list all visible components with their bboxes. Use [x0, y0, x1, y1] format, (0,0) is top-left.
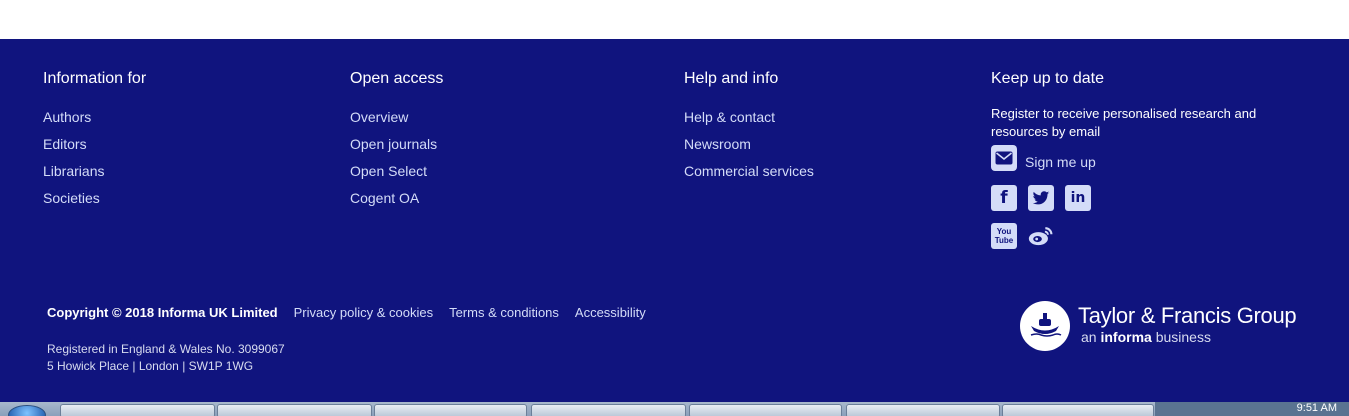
link-commercial-services[interactable]: Commercial services: [684, 163, 814, 179]
page-top-area: [0, 0, 1349, 39]
taskbar-button[interactable]: [846, 404, 1000, 416]
footer-column-keep-up-to-date: Keep up to date Register to receive pers…: [991, 69, 1291, 249]
link-help-contact[interactable]: Help & contact: [684, 109, 775, 125]
footer-column-help: Help and info Help & contact Newsroom Co…: [684, 69, 814, 189]
column-title: Information for: [43, 70, 147, 87]
signup-row: Sign me up: [991, 143, 1291, 173]
link-editors[interactable]: Editors: [43, 136, 87, 152]
envelope-icon[interactable]: [991, 145, 1017, 171]
link-authors[interactable]: Authors: [43, 109, 91, 125]
youtube-icon[interactable]: You Tube: [991, 223, 1017, 249]
facebook-icon[interactable]: f: [991, 185, 1017, 211]
taskbar-button[interactable]: [60, 404, 215, 416]
taylor-francis-brand[interactable]: Taylor & Francis Group an informa busine…: [1020, 301, 1297, 351]
brand-subtitle: an informa business: [1081, 329, 1211, 345]
accessibility-link[interactable]: Accessibility: [575, 305, 646, 320]
taskbar-clock[interactable]: 9:51 AM: [1297, 402, 1337, 414]
twitter-icon[interactable]: [1028, 185, 1054, 211]
os-taskbar: 9:51 AM: [0, 402, 1349, 416]
sign-me-up-link[interactable]: Sign me up: [1025, 153, 1096, 172]
link-open-select[interactable]: Open Select: [350, 163, 427, 179]
taskbar-button[interactable]: [1002, 404, 1154, 416]
copyright-text: Copyright © 2018 Informa UK Limited: [47, 305, 278, 320]
taskbar-button[interactable]: [374, 404, 527, 416]
start-button-icon[interactable]: [8, 405, 46, 416]
footer-column-information: Information for Authors Editors Libraria…: [43, 69, 146, 216]
column-title: Help and info: [684, 70, 779, 87]
column-title: Open access: [350, 70, 444, 87]
weibo-icon[interactable]: [1028, 223, 1054, 249]
link-overview[interactable]: Overview: [350, 109, 408, 125]
legal-row: Copyright © 2018 Informa UK Limited Priv…: [47, 305, 646, 320]
brand-name: Taylor & Francis Group: [1078, 303, 1297, 328]
register-text: Register to receive personalised researc…: [991, 106, 1257, 139]
footer-column-open-access: Open access Overview Open journals Open …: [350, 69, 443, 216]
linkedin-icon[interactable]: in: [1065, 185, 1091, 211]
taskbar-button[interactable]: [217, 404, 372, 416]
link-societies[interactable]: Societies: [43, 190, 100, 206]
taskbar-button[interactable]: [531, 404, 686, 416]
social-icons-row-1: f in: [991, 185, 1291, 211]
link-open-journals[interactable]: Open journals: [350, 136, 437, 152]
tf-logo-icon: [1020, 301, 1070, 351]
address-line: 5 Howick Place | London | SW1P 1WG: [47, 359, 254, 373]
link-cogent-oa[interactable]: Cogent OA: [350, 190, 419, 206]
address-line: Registered in England & Wales No. 309906…: [47, 342, 285, 356]
privacy-link[interactable]: Privacy policy & cookies: [294, 305, 433, 320]
social-icons-row-2: You Tube: [991, 223, 1291, 249]
site-footer: Information for Authors Editors Libraria…: [0, 39, 1349, 402]
terms-link[interactable]: Terms & conditions: [449, 305, 559, 320]
column-title: Keep up to date: [991, 70, 1104, 87]
link-librarians[interactable]: Librarians: [43, 163, 104, 179]
link-newsroom[interactable]: Newsroom: [684, 136, 751, 152]
taskbar-button[interactable]: [689, 404, 842, 416]
company-address: Registered in England & Wales No. 309906…: [47, 341, 285, 375]
